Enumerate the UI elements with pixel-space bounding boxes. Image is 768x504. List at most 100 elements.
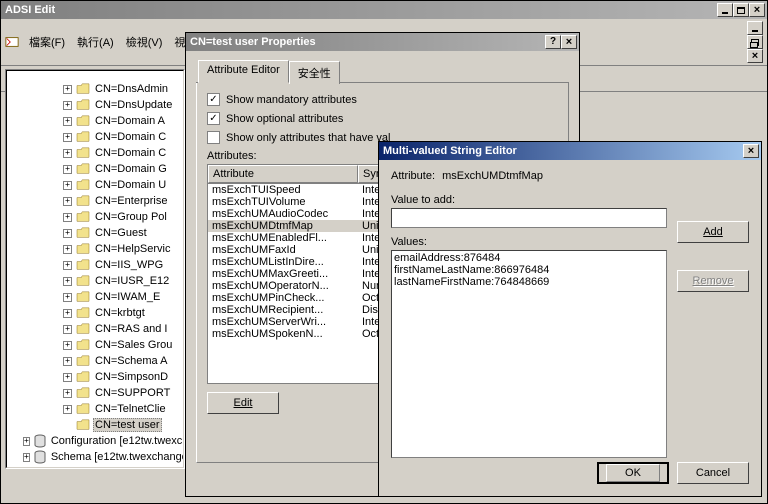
tree-node[interactable]: + CN=Group Pol bbox=[7, 209, 183, 225]
menu-action[interactable]: 執行(A) bbox=[71, 32, 120, 52]
close-button[interactable]: × bbox=[749, 3, 765, 17]
cell-attribute: msExchUMMaxGreeti... bbox=[208, 268, 358, 280]
label-onlyvalues: Show only attributes that have val bbox=[226, 132, 390, 144]
tree-node[interactable]: +CN=Sales Grou bbox=[7, 337, 183, 353]
mdi-close[interactable]: × bbox=[747, 49, 763, 63]
checkbox-onlyvalues[interactable] bbox=[207, 131, 220, 144]
mveditor-close-button[interactable]: × bbox=[743, 144, 759, 158]
expand-icon[interactable]: + bbox=[63, 85, 72, 94]
menu-view[interactable]: 檢視(V) bbox=[120, 32, 169, 52]
expand-icon[interactable]: + bbox=[63, 341, 72, 350]
expand-icon[interactable]: + bbox=[63, 261, 72, 270]
cell-attribute: msExchUMOperatorN... bbox=[208, 280, 358, 292]
expand-icon[interactable]: + bbox=[63, 133, 72, 142]
tree-node[interactable]: +CN=DnsAdmin bbox=[7, 81, 183, 97]
expand-icon[interactable]: + bbox=[63, 405, 72, 414]
tree-node-label: CN=TelnetClie bbox=[93, 403, 168, 415]
tree-node[interactable]: +CN=HelpServic bbox=[7, 241, 183, 257]
tree-node-label: CN=DnsUpdate bbox=[93, 99, 174, 111]
mdi-restore[interactable] bbox=[747, 35, 763, 49]
tree-node-label: CN=Domain C bbox=[93, 131, 168, 143]
tree-node[interactable]: + CN=DnsUpdate bbox=[7, 97, 183, 113]
tree-node[interactable]: + CN=Schema A bbox=[7, 353, 183, 369]
expand-icon[interactable]: + bbox=[63, 309, 72, 318]
tree-node[interactable]: + CN=Domain U bbox=[7, 177, 183, 193]
props-titlebar[interactable]: CN=test user Properties ? × bbox=[186, 33, 579, 51]
expand-icon[interactable]: + bbox=[63, 293, 72, 302]
add-button[interactable]: Add bbox=[677, 221, 749, 243]
edit-button[interactable]: Edit bbox=[207, 392, 279, 414]
expand-icon[interactable]: + bbox=[63, 197, 72, 206]
menu-file[interactable]: 檔案(F) bbox=[23, 32, 71, 52]
tree-node[interactable]: + CN=Enterprise bbox=[7, 193, 183, 209]
mdi-minimize[interactable] bbox=[747, 21, 763, 35]
value-to-add-input[interactable] bbox=[391, 208, 667, 228]
expand-icon[interactable]: + bbox=[63, 117, 72, 126]
expand-icon[interactable]: + bbox=[63, 245, 72, 254]
tree-node[interactable]: +CN=SUPPORT bbox=[7, 385, 183, 401]
tabstrip: Attribute Editor 安全性 bbox=[196, 59, 569, 83]
mveditor-ok-button[interactable]: OK bbox=[597, 462, 669, 484]
cell-attribute: msExchUMRecipient... bbox=[208, 304, 358, 316]
tree-node[interactable]: +CN=SimpsonD bbox=[7, 369, 183, 385]
expand-icon[interactable]: + bbox=[63, 325, 72, 334]
expand-icon[interactable]: + bbox=[63, 277, 72, 286]
tree-root-node[interactable]: +Schema [e12tw.twexchange bbox=[7, 449, 183, 465]
tree-node[interactable]: +CN=IIS_WPG bbox=[7, 257, 183, 273]
tree-node-label: CN=Group Pol bbox=[93, 211, 169, 223]
tree-node[interactable]: +CN=IWAM_E bbox=[7, 289, 183, 305]
remove-button[interactable]: Remove bbox=[677, 270, 749, 292]
main-titlebar[interactable]: ADSI Edit × bbox=[1, 1, 767, 19]
props-close-button[interactable]: × bbox=[561, 35, 577, 49]
value-item[interactable]: firstNameLastName:866976484 bbox=[394, 264, 664, 276]
expand-icon[interactable]: + bbox=[63, 101, 72, 110]
expand-icon[interactable]: + bbox=[63, 181, 72, 190]
checkbox-optional[interactable] bbox=[207, 112, 220, 125]
expand-icon[interactable]: + bbox=[63, 213, 72, 222]
expand-icon[interactable]: + bbox=[63, 149, 72, 158]
label-optional: Show optional attributes bbox=[226, 113, 343, 125]
tree-node-label: CN=Enterprise bbox=[93, 195, 169, 207]
expand-icon[interactable]: + bbox=[63, 165, 72, 174]
tree-node[interactable]: +CN=krbtgt bbox=[7, 305, 183, 321]
tree-node[interactable]: + CN=TelnetClie bbox=[7, 401, 183, 417]
tree-node[interactable]: +CN=Guest bbox=[7, 225, 183, 241]
tree-node-label: CN=test user bbox=[93, 418, 162, 432]
mveditor-title: Multi-valued String Editor bbox=[381, 145, 743, 157]
multivalued-editor-dialog: Multi-valued String Editor × Attribute: … bbox=[378, 141, 762, 497]
expand-icon[interactable]: + bbox=[23, 437, 30, 446]
tree-node-label: CN=Domain A bbox=[93, 115, 167, 127]
values-listbox[interactable]: emailAddress:876484firstNameLastName:866… bbox=[391, 250, 667, 458]
checkbox-mandatory[interactable] bbox=[207, 93, 220, 106]
cell-attribute: msExchUMDtmfMap bbox=[208, 220, 358, 232]
tree-node[interactable]: + CN=Domain C bbox=[7, 129, 183, 145]
tree-node[interactable]: +CN=Domain G bbox=[7, 161, 183, 177]
tree-root-node[interactable]: +Configuration [e12tw.twexc bbox=[7, 433, 183, 449]
cell-attribute: msExchUMAudioCodec bbox=[208, 208, 358, 220]
tree-node[interactable]: +CN=RAS and I bbox=[7, 321, 183, 337]
tab-security[interactable]: 安全性 bbox=[289, 61, 340, 84]
mveditor-titlebar[interactable]: Multi-valued String Editor × bbox=[379, 142, 761, 160]
tree-node[interactable]: + CN=Domain A bbox=[7, 113, 183, 129]
mveditor-cancel-button[interactable]: Cancel bbox=[677, 462, 749, 484]
tree-node[interactable]: +CN=Domain C bbox=[7, 145, 183, 161]
tree-node-label: CN=Schema A bbox=[93, 355, 169, 367]
value-item[interactable]: emailAddress:876484 bbox=[394, 252, 664, 264]
cell-attribute: msExchTUIVolume bbox=[208, 196, 358, 208]
tree-node-label: CN=Domain U bbox=[93, 179, 168, 191]
tree-node-selected[interactable]: CN=test user bbox=[7, 417, 183, 433]
value-item[interactable]: lastNameFirstName:764848669 bbox=[394, 276, 664, 288]
expand-icon[interactable]: + bbox=[63, 229, 72, 238]
minimize-button[interactable] bbox=[717, 3, 733, 17]
tree-node[interactable]: +CN=IUSR_E12 bbox=[7, 273, 183, 289]
cell-attribute: msExchTUISpeed bbox=[208, 184, 358, 196]
tab-attribute-editor[interactable]: Attribute Editor bbox=[198, 60, 289, 83]
expand-icon[interactable]: + bbox=[63, 357, 72, 366]
expand-icon[interactable]: + bbox=[63, 373, 72, 382]
expand-icon[interactable]: + bbox=[63, 389, 72, 398]
maximize-button[interactable] bbox=[733, 3, 749, 17]
expand-icon[interactable]: + bbox=[23, 453, 30, 462]
mmc-icon bbox=[5, 35, 19, 49]
props-help-button[interactable]: ? bbox=[545, 35, 561, 49]
col-attribute[interactable]: Attribute bbox=[208, 165, 358, 183]
